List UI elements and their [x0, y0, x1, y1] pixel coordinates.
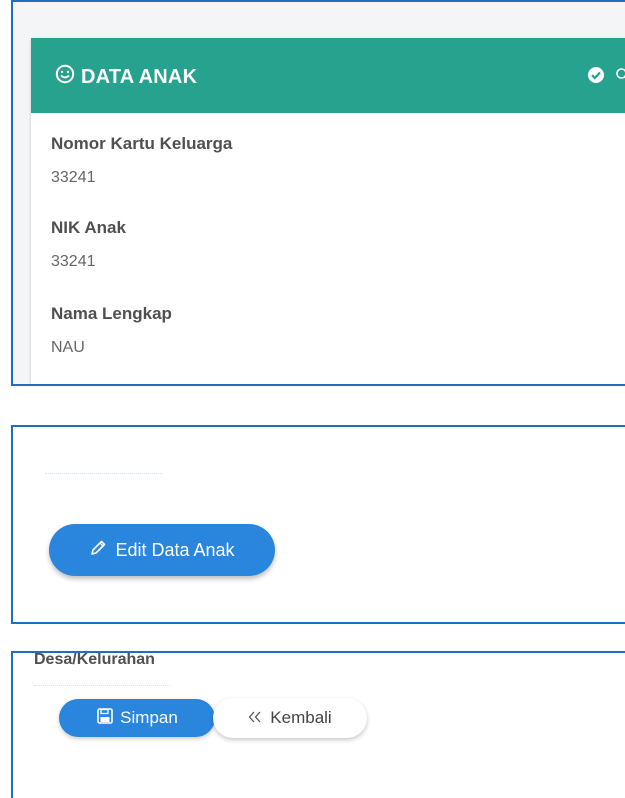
edit-panel: Edit Data Anak: [11, 425, 625, 624]
floppy-disk-icon: [96, 707, 114, 730]
card-title: DATA ANAK: [55, 64, 197, 90]
field-nomor-kk: Nomor Kartu Keluarga 33241: [51, 134, 232, 187]
search-icon[interactable]: [615, 67, 625, 88]
desa-kelurahan-label: Desa/Kelurahan: [34, 651, 155, 668]
save-button[interactable]: Simpan: [59, 699, 215, 737]
back-button-label: Kembali: [270, 708, 332, 727]
field-label: NIK Anak: [51, 218, 126, 237]
smile-icon: [55, 64, 75, 90]
data-anak-card: DATA ANAK Nomor Kartu Keluarga 33241 NIK…: [31, 38, 625, 384]
field-value: NAU: [51, 339, 85, 356]
edit-button-label: Edit Data Anak: [115, 539, 235, 560]
check-circle-icon[interactable]: [587, 66, 605, 89]
card-header-tools: [587, 66, 625, 89]
field-nama-lengkap: Nama Lengkap NAU: [51, 304, 172, 357]
data-anak-panel: DATA ANAK Nomor Kartu Keluarga 33241 NIK…: [11, 0, 625, 386]
field-value: 33241: [51, 253, 96, 270]
blurred-text: [45, 463, 163, 474]
field-nik-anak: NIK Anak 33241: [51, 218, 126, 271]
field-label: Nomor Kartu Keluarga: [51, 134, 233, 153]
actions-panel: Desa/Kelurahan Simpan Kembali: [11, 651, 625, 798]
field-label: Nama Lengkap: [51, 304, 172, 323]
edit-data-anak-button[interactable]: Edit Data Anak: [49, 524, 275, 576]
back-button[interactable]: Kembali: [213, 698, 367, 738]
save-button-label: Simpan: [120, 708, 178, 727]
blurred-text: [34, 677, 170, 686]
card-header: DATA ANAK: [31, 38, 625, 113]
pencil-icon: [89, 539, 107, 562]
field-value: 33241: [51, 169, 96, 186]
card-title-text: DATA ANAK: [81, 65, 198, 88]
double-chevron-left-icon: [248, 708, 262, 728]
